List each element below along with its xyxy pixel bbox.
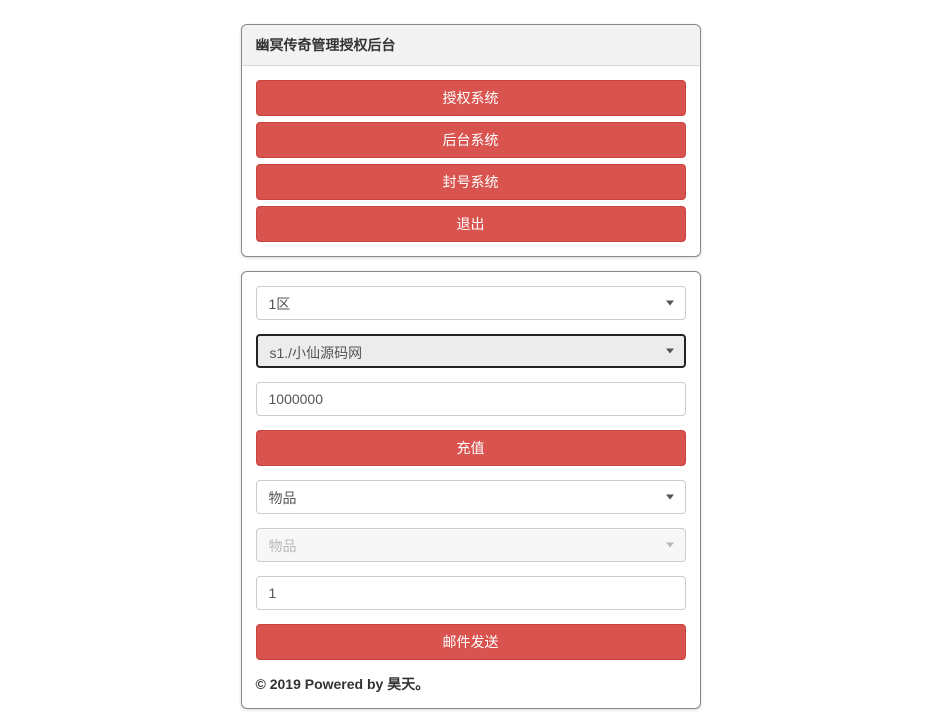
backend-system-button[interactable]: 后台系统 (256, 122, 686, 158)
nav-panel: 幽冥传奇管理授权后台 授权系统 后台系统 封号系统 退出 (241, 24, 701, 257)
panel-title: 幽冥传奇管理授权后台 (242, 25, 700, 66)
form-panel-body: 1区 s1./小仙源码网 充值 物品 (242, 272, 700, 708)
form-panel: 1区 s1./小仙源码网 充值 物品 (241, 271, 701, 709)
auth-system-button[interactable]: 授权系统 (256, 80, 686, 116)
amount-input[interactable] (256, 382, 686, 416)
server-select[interactable]: s1./小仙源码网 (256, 334, 686, 368)
server-select-value: s1./小仙源码网 (256, 334, 686, 368)
quantity-input[interactable] (256, 576, 686, 610)
zone-select-value: 1区 (256, 286, 686, 320)
item-type-select-value: 物品 (256, 480, 686, 514)
ban-system-button[interactable]: 封号系统 (256, 164, 686, 200)
mail-send-button[interactable]: 邮件发送 (256, 624, 686, 660)
recharge-button[interactable]: 充值 (256, 430, 686, 466)
item-select-value: 物品 (256, 528, 686, 562)
nav-panel-body: 授权系统 后台系统 封号系统 退出 (242, 66, 700, 256)
item-type-select[interactable]: 物品 (256, 480, 686, 514)
exit-button[interactable]: 退出 (256, 206, 686, 242)
zone-select[interactable]: 1区 (256, 286, 686, 320)
item-select[interactable]: 物品 (256, 528, 686, 562)
footer-text: © 2019 Powered by 昊天。 (256, 674, 686, 694)
